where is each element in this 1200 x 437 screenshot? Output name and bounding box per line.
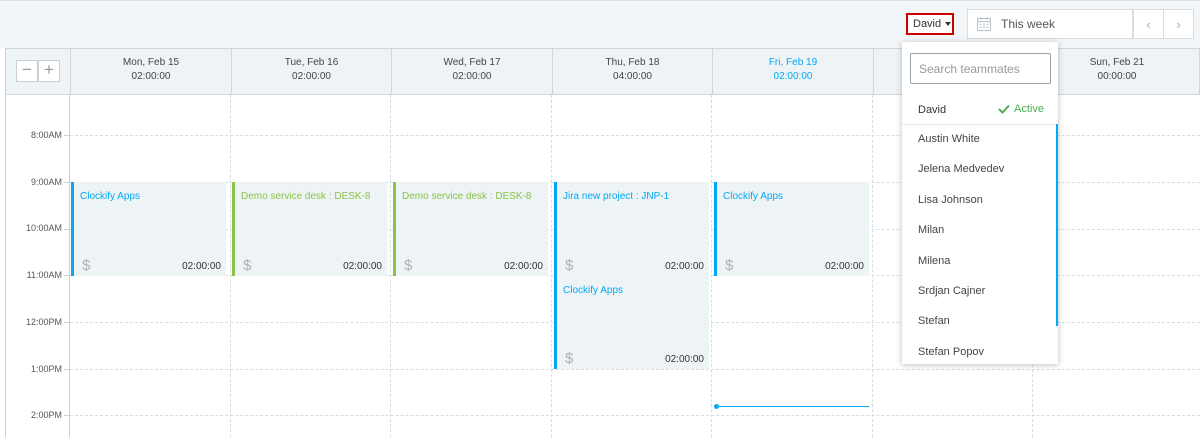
time-label: 1:00PM: [30, 364, 62, 374]
teammate-item[interactable]: Milena: [918, 255, 950, 267]
day-header-mon: Mon, Feb 15 02:00:00: [70, 48, 231, 95]
entry-duration: 02:00:00: [504, 261, 543, 272]
day-total: 02:00:00: [131, 71, 171, 82]
day-date: Sun, Feb 21: [1089, 57, 1145, 68]
active-status-label: Active: [1014, 103, 1044, 115]
teammate-item[interactable]: Austin White: [918, 133, 980, 145]
grid-column-line: [711, 95, 712, 437]
day-date: Tue, Feb 16: [284, 57, 339, 68]
hour-tick: [64, 182, 70, 183]
time-entry-card[interactable]: Clockify Apps $ 02:00:00: [714, 182, 869, 276]
zoom-in-button[interactable]: +: [38, 60, 60, 82]
hour-line: [70, 369, 1200, 370]
time-entry-card[interactable]: Demo service desk : DESK-8 $ 02:00:00: [232, 182, 387, 276]
entry-duration: 02:00:00: [825, 261, 864, 272]
teammate-item[interactable]: Milan: [918, 224, 944, 236]
previous-week-button[interactable]: ‹: [1133, 9, 1164, 39]
calendar-icon: [977, 17, 991, 31]
dropdown-scrollbar[interactable]: [1056, 124, 1058, 326]
hour-tick: [64, 369, 70, 370]
caret-down-icon: [945, 22, 952, 26]
current-user-name: David: [918, 104, 947, 116]
current-user-row[interactable]: David Active: [902, 96, 1058, 126]
teammate-dropdown: David Active Austin White Jelena Medvede…: [902, 42, 1058, 364]
day-total: 00:00:00: [1097, 71, 1137, 82]
day-date: Fri, Feb 19: [768, 57, 818, 68]
teammate-item[interactable]: Stefan Popov: [918, 346, 984, 358]
entry-duration: 02:00:00: [665, 261, 704, 272]
time-label: 11:00AM: [26, 270, 62, 280]
day-header-fri: Fri, Feb 19 02:00:00: [712, 48, 873, 95]
check-icon: [998, 104, 1010, 114]
entry-duration: 02:00:00: [182, 261, 221, 272]
hour-tick: [64, 135, 70, 136]
entry-title: Demo service desk : DESK-8: [241, 191, 371, 202]
time-entry-card[interactable]: Jira new project : JNP-1 $ 02:00:00: [554, 182, 709, 276]
entry-title: Clockify Apps: [723, 191, 784, 202]
dropdown-divider: [902, 124, 1058, 125]
grid-column-line: [551, 95, 552, 437]
day-header-wed: Wed, Feb 17 02:00:00: [391, 48, 552, 95]
time-label: 9:00AM: [30, 177, 62, 187]
grid-column-line: [5, 95, 6, 437]
plus-icon: +: [44, 60, 54, 79]
hour-tick: [64, 229, 70, 230]
billable-dollar-icon[interactable]: $: [404, 257, 412, 274]
entry-title: Clockify Apps: [80, 191, 141, 202]
zoom-controls: − +: [5, 48, 70, 95]
chevron-left-icon: ‹: [1146, 16, 1151, 32]
current-time-dot: [714, 404, 719, 409]
teammate-item[interactable]: Stefan: [918, 315, 950, 327]
time-label: 8:00AM: [30, 130, 62, 140]
billable-dollar-icon[interactable]: $: [565, 350, 573, 367]
billable-dollar-icon[interactable]: $: [725, 257, 733, 274]
user-select-button[interactable]: David: [906, 13, 954, 35]
time-label: 12:00PM: [25, 317, 62, 327]
chevron-right-icon: ›: [1176, 16, 1181, 32]
day-total: 02:00:00: [292, 71, 331, 82]
entry-title: Demo service desk : DESK-8: [402, 191, 532, 202]
week-range-label: This week: [1001, 17, 1056, 31]
day-date: Mon, Feb 15: [122, 57, 180, 68]
grid-column-line: [872, 95, 873, 437]
next-week-button[interactable]: ›: [1163, 9, 1194, 39]
grid-column-line: [69, 95, 70, 437]
day-total: 02:00:00: [452, 71, 492, 82]
teammate-item[interactable]: Jelena Medvedev: [918, 163, 1004, 175]
week-range-picker[interactable]: This week: [967, 9, 1133, 39]
current-time-line: [716, 406, 869, 407]
hour-tick: [64, 415, 70, 416]
entry-duration: 02:00:00: [343, 261, 382, 272]
teammate-item[interactable]: Srdjan Cajner: [918, 285, 985, 297]
day-date: Wed, Feb 17: [443, 57, 501, 68]
time-entry-card[interactable]: Clockify Apps $ 02:00:00: [71, 182, 226, 276]
user-select-label: David: [913, 18, 942, 30]
minus-icon: −: [22, 60, 32, 79]
zoom-out-button[interactable]: −: [16, 60, 38, 82]
billable-dollar-icon[interactable]: $: [82, 257, 90, 274]
hour-tick: [64, 275, 70, 276]
active-status: Active: [998, 103, 1044, 115]
time-entry-card[interactable]: Demo service desk : DESK-8 $ 02:00:00: [393, 182, 548, 276]
billable-dollar-icon[interactable]: $: [243, 257, 251, 274]
day-header-sun: Sun, Feb 21 00:00:00: [1033, 48, 1200, 95]
grid-column-line: [390, 95, 391, 437]
entry-title: Clockify Apps: [563, 285, 624, 296]
billable-dollar-icon[interactable]: $: [565, 257, 573, 274]
day-date: Thu, Feb 18: [605, 57, 660, 68]
day-total: 04:00:00: [613, 71, 652, 82]
hour-line: [70, 415, 1200, 416]
hour-tick: [64, 322, 70, 323]
entry-title: Jira new project : JNP-1: [563, 191, 670, 202]
entry-duration: 02:00:00: [665, 354, 704, 365]
search-teammates-input[interactable]: [910, 53, 1051, 84]
day-header-thu: Thu, Feb 18 04:00:00: [552, 48, 712, 95]
time-entry-card[interactable]: Clockify Apps $ 02:00:00: [554, 276, 709, 369]
time-label: 10:00AM: [25, 223, 62, 233]
day-header-tue: Tue, Feb 16 02:00:00: [231, 48, 391, 95]
teammate-item[interactable]: Lisa Johnson: [918, 194, 983, 206]
time-label: 2:00PM: [30, 410, 62, 420]
day-total: 02:00:00: [773, 71, 813, 82]
grid-column-line: [230, 95, 231, 437]
